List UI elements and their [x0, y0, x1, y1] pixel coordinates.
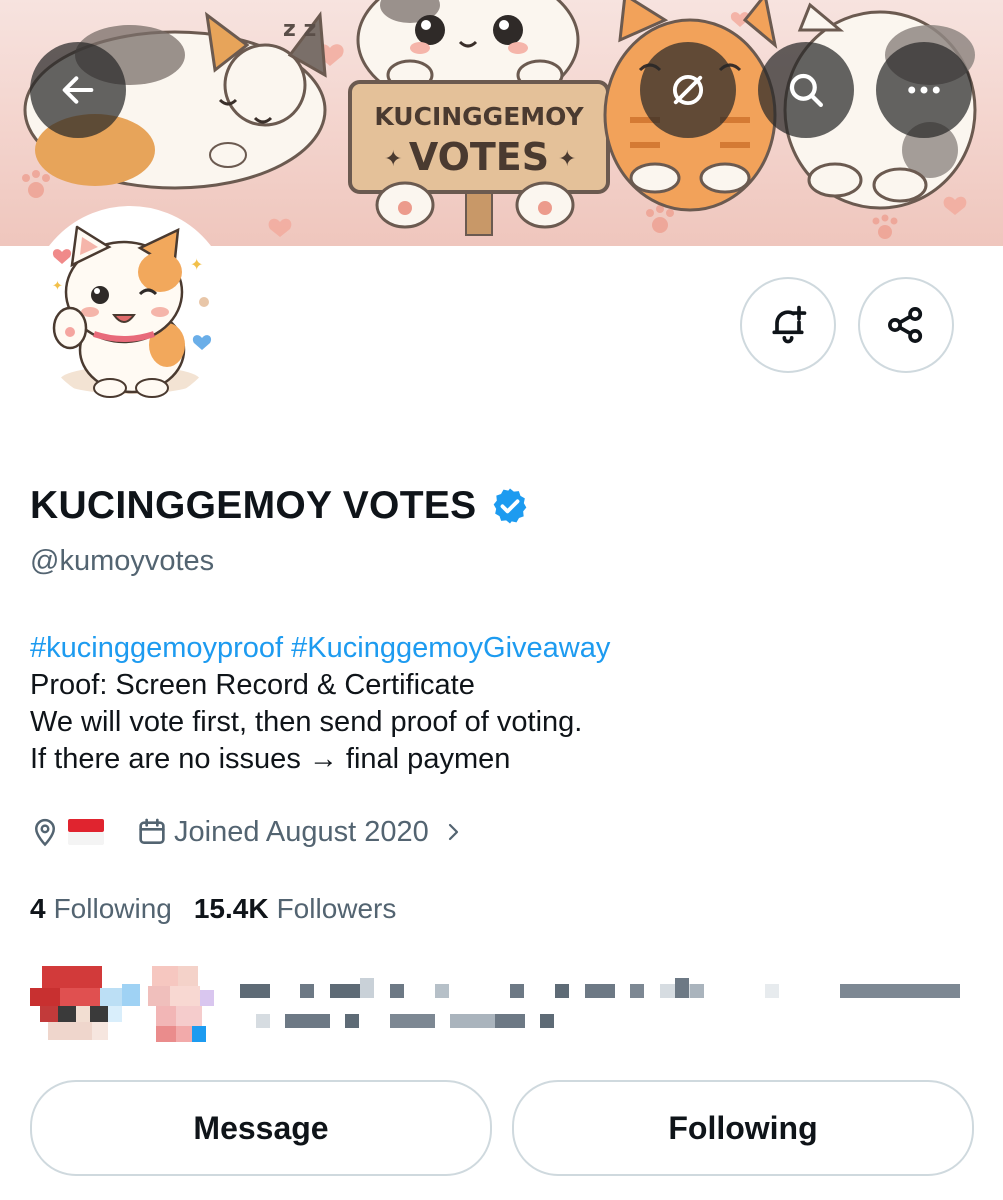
- bio-hashtag-link[interactable]: #KucinggemoyGiveaway: [291, 632, 610, 664]
- following-button[interactable]: Following: [512, 1080, 974, 1176]
- bio-line: If there are no issues → final paymen: [30, 743, 511, 775]
- calendar-icon: [139, 818, 165, 844]
- followers-count: 15.4K: [193, 893, 269, 924]
- profile-handle: @kumoyvotes: [30, 545, 215, 577]
- joined-date[interactable]: Joined August 2020: [136, 816, 465, 849]
- known-followers-text-redacted: [240, 978, 960, 1038]
- known-follower-avatar: [30, 966, 140, 1046]
- cat-avatar-illustration: ✦ ✦: [32, 210, 228, 406]
- grok-button[interactable]: [640, 42, 736, 138]
- svg-text:✦: ✦: [190, 255, 203, 274]
- following-count: 4: [30, 893, 46, 924]
- slash-circle-icon: [672, 74, 704, 106]
- profile-avatar[interactable]: ✦ ✦: [28, 206, 232, 410]
- display-name: KUCINGGEMOY VOTES: [30, 484, 477, 527]
- more-options-button[interactable]: [876, 42, 972, 138]
- flag-indonesia-icon: [68, 819, 104, 845]
- share-icon: [888, 307, 923, 343]
- location: [30, 815, 104, 849]
- bio-line: Proof: Screen Record & Certificate: [30, 669, 475, 701]
- share-button[interactable]: [858, 277, 954, 373]
- notifications-button[interactable]: [740, 277, 836, 373]
- svg-text:✦: ✦: [384, 147, 402, 172]
- verified-badge-icon[interactable]: [490, 486, 530, 526]
- following-label: Following: [53, 893, 172, 924]
- banner-sign-line2: VOTES: [409, 135, 549, 179]
- profile-bio: #kucinggemoyproof #KucinggemoyGiveaway P…: [30, 630, 970, 778]
- ellipsis-icon: [908, 86, 940, 94]
- bell-plus-icon: [772, 305, 807, 344]
- svg-text:✦: ✦: [52, 279, 63, 294]
- bio-line: We will vote first, then send proof of v…: [30, 706, 583, 738]
- svg-text:✦: ✦: [558, 147, 576, 172]
- followers-stat[interactable]: 15.4K Followers: [194, 893, 397, 925]
- profile-meta-row: Joined August 2020: [30, 815, 465, 849]
- back-button[interactable]: [30, 42, 126, 138]
- following-stat[interactable]: 4 Following: [30, 893, 172, 925]
- banner-sign-line1: KUCINGGEMOY: [374, 102, 584, 131]
- bio-hashtag-link[interactable]: #kucinggemoyproof: [30, 632, 283, 664]
- map-pin-icon: [34, 818, 56, 847]
- chevron-right-icon: [448, 823, 458, 841]
- svg-text:z z: z z: [283, 17, 316, 42]
- search-button[interactable]: [758, 42, 854, 138]
- followers-label: Followers: [276, 893, 397, 924]
- search-icon: [789, 73, 823, 107]
- followers-you-know[interactable]: [30, 966, 975, 1046]
- known-follower-avatar: [148, 966, 220, 1046]
- arrow-left-icon: [62, 76, 94, 104]
- profile-name-row: KUCINGGEMOY VOTES: [30, 484, 530, 528]
- joined-text: Joined August 2020: [174, 815, 429, 848]
- message-button[interactable]: Message: [30, 1080, 492, 1176]
- profile-stats: 4 Following 15.4K Followers: [30, 893, 396, 925]
